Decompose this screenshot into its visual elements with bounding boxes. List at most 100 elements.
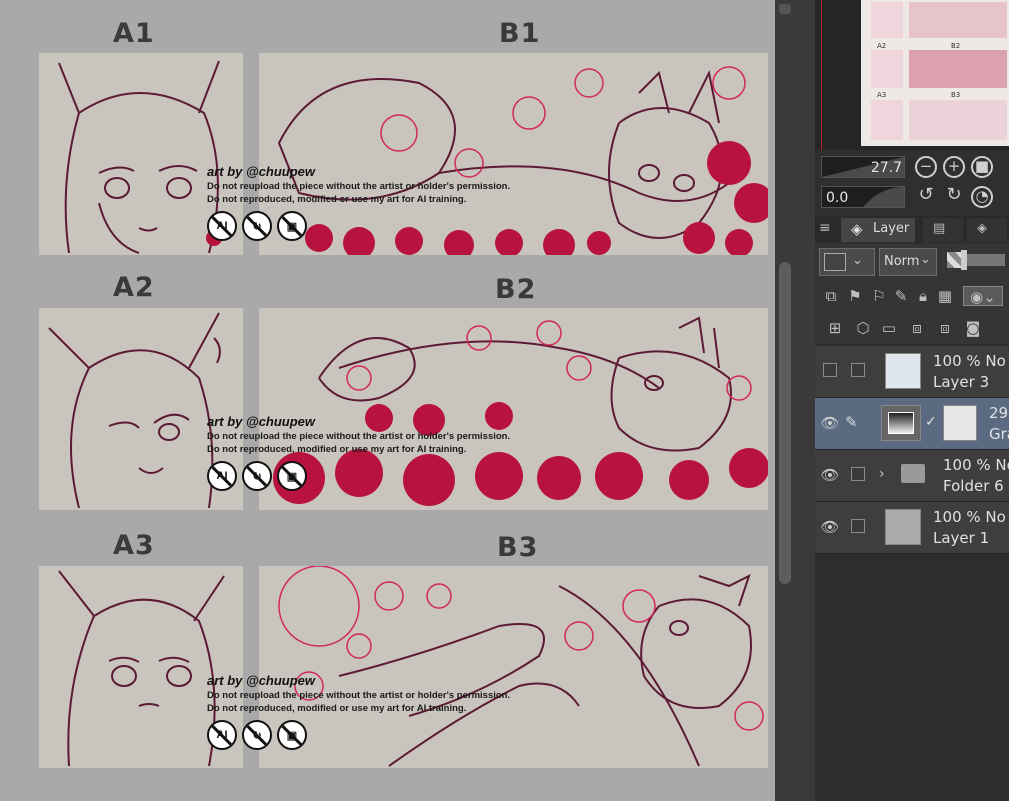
fit-view-icon[interactable]: ■ [971, 156, 993, 178]
rotate-slider[interactable]: 0.0 [821, 186, 905, 208]
watermark-1: art by @chuupew Do not reupload the piec… [207, 164, 510, 241]
lock-icon[interactable]: 🔒︎ [913, 286, 933, 306]
reference-layer-icon[interactable]: ⚑ [845, 286, 865, 306]
edit-toggle[interactable] [851, 363, 865, 377]
gradient-map-thumbnail [881, 405, 921, 441]
tab-layer[interactable]: ◈ Layer [841, 218, 916, 242]
layer-opacity: 100 % No [933, 352, 1006, 370]
watermark-3: art by @chuupew Do not reupload the piec… [207, 673, 510, 750]
label-b3: B3 [497, 532, 539, 563]
link-icon: ✓ [925, 414, 937, 430]
layers-icon: ◈ [851, 220, 863, 238]
layer-thumbnail [885, 353, 921, 389]
rotate-left-icon[interactable]: ↺ [915, 186, 937, 208]
layer-list[interactable]: 100 % No Layer 3 👁︎ ✎ ✓ 29 Gra 👁︎ › 100 … [815, 346, 1009, 801]
no-edit-icon: ▣ [277, 461, 307, 491]
no-edit-icon: ▣ [277, 211, 307, 241]
canvas-vertical-scrollbar[interactable] [775, 0, 795, 801]
panel-edge [795, 0, 815, 801]
zoom-in-icon[interactable]: + [943, 156, 965, 178]
eye-icon[interactable]: 👁︎ [819, 414, 841, 432]
label-a1: A1 [113, 18, 155, 49]
blend-mode-select[interactable]: Norm ⌄ [879, 248, 937, 276]
scroll-up-button[interactable] [779, 4, 791, 14]
label-a2: A2 [113, 272, 155, 303]
eye-icon[interactable]: 👁︎ [819, 518, 841, 536]
watermark-credit: art by @chuupew [207, 164, 316, 179]
layer-lock-row: ⧉ ⚑ ⚐ ✎ 🔒︎ ▦ ◉⌄ [815, 280, 1009, 312]
new-folder-icon[interactable]: ▭ [879, 318, 899, 338]
watermark-line-2: Do not reproduced, modified or use my ar… [207, 194, 467, 205]
no-repost-icon: ↻ [242, 461, 272, 491]
merge-down-icon[interactable]: ⧈ [935, 318, 955, 338]
navigator-panel[interactable]: A2 B2 A3 B3 [815, 0, 1009, 150]
rotate-row: 0.0 ↺ ↻ ◔ [815, 182, 1009, 210]
color-select[interactable]: ⌄ [819, 248, 875, 276]
nav-label-a3: A3 [877, 91, 887, 99]
watermark-line-1: Do not reupload the piece without the ar… [207, 690, 511, 701]
visibility-toggle[interactable] [823, 363, 837, 377]
edit-toggle[interactable] [851, 467, 865, 481]
layer-row-folder[interactable]: 👁︎ › 100 % No Folder 6 [815, 450, 1009, 502]
nav-label-b2: B2 [951, 42, 961, 50]
watermark-line-2: Do not reproduced, modified or use my ar… [207, 703, 467, 714]
no-ai-icon: AI [207, 720, 237, 750]
tab-layer-property[interactable]: ◈ [967, 218, 1007, 242]
label-b2: B2 [495, 274, 537, 305]
layer-mode-row: ⌄ Norm ⌄ [815, 244, 1009, 280]
lock-transparency-icon[interactable]: ▦ [935, 286, 955, 306]
chevron-right-icon[interactable]: › [879, 466, 885, 482]
edit-toggle[interactable] [851, 519, 865, 533]
tab-animation[interactable]: ▤ [923, 218, 963, 242]
layer-opacity: 100 % No [943, 456, 1009, 474]
layer-name: Layer 1 [933, 529, 990, 547]
tab-layer-label: Layer [873, 221, 910, 236]
no-repost-icon: ↻ [242, 211, 272, 241]
film-icon: ▤ [933, 221, 946, 236]
chevron-down-icon: ⌄ [852, 253, 863, 268]
layer-row-active[interactable]: 👁︎ ✎ ✓ 29 Gra [815, 398, 1009, 450]
layer-row[interactable]: 100 % No Layer 3 [815, 346, 1009, 398]
zoom-out-icon[interactable]: − [915, 156, 937, 178]
chevron-down-icon: ⌄ [920, 252, 931, 267]
rotate-right-icon[interactable]: ↻ [943, 186, 965, 208]
nav-label-b3: B3 [951, 91, 961, 99]
no-ai-icon: AI [207, 461, 237, 491]
layer-thumbnail [885, 509, 921, 545]
pencil-icon[interactable]: ✎ [845, 413, 858, 431]
transfer-down-icon[interactable]: ⧈ [907, 318, 927, 338]
label-b1: B1 [499, 18, 541, 49]
new-vector-layer-icon[interactable]: ⬡ [853, 318, 873, 338]
watermark-line-1: Do not reupload the piece without the ar… [207, 431, 511, 442]
no-ai-icon: AI [207, 211, 237, 241]
mask-select[interactable]: ◉⌄ [963, 286, 1003, 306]
mask-thumbnail [943, 405, 977, 441]
draft-layer-icon[interactable]: ⚐ [869, 286, 889, 306]
opacity-slider[interactable] [961, 250, 1005, 270]
eye-icon[interactable]: 👁︎ [819, 466, 841, 484]
layer-name: Gra [989, 425, 1009, 443]
zoom-slider[interactable]: 27.7 [821, 156, 905, 178]
reset-rotation-icon[interactable]: ◔ [971, 186, 993, 208]
label-a3: A3 [113, 530, 155, 561]
panel-tabs: ≡ ◈ Layer ▤ ◈ [815, 216, 1009, 242]
ruler-icon[interactable]: ✎ [891, 286, 911, 306]
watermark-line-1: Do not reupload the piece without the ar… [207, 181, 511, 192]
layer-opacity: 29 [989, 404, 1009, 422]
watermark-2: art by @chuupew Do not reupload the piec… [207, 414, 510, 491]
nav-label-a2: A2 [877, 42, 887, 50]
layer-row[interactable]: 👁︎ 100 % No Layer 1 [815, 502, 1009, 554]
layer-name: Layer 3 [933, 373, 990, 391]
folder-icon [901, 464, 925, 483]
rotate-value: 0.0 [826, 190, 849, 206]
create-mask-icon[interactable]: ◙ [963, 318, 983, 338]
navigator-preview[interactable]: A2 B2 A3 B3 [861, 0, 1009, 146]
menu-icon[interactable]: ≡ [819, 220, 831, 236]
side-panel: A2 B2 A3 B3 27.7 − + ■ 0.0 ↺ ↻ ◔ ≡ ◈ Lay… [795, 0, 1009, 801]
clip-layer-icon[interactable]: ⧉ [821, 286, 841, 306]
drawing-canvas[interactable]: A1 B1 art by @chuupew Do not reupload th… [0, 0, 775, 801]
new-raster-layer-icon[interactable]: ⊞ [825, 318, 845, 338]
watermark-credit: art by @chuupew [207, 414, 316, 429]
watermark-line-2: Do not reproduced, modified or use my ar… [207, 444, 467, 455]
scrollbar-thumb[interactable] [779, 262, 791, 584]
